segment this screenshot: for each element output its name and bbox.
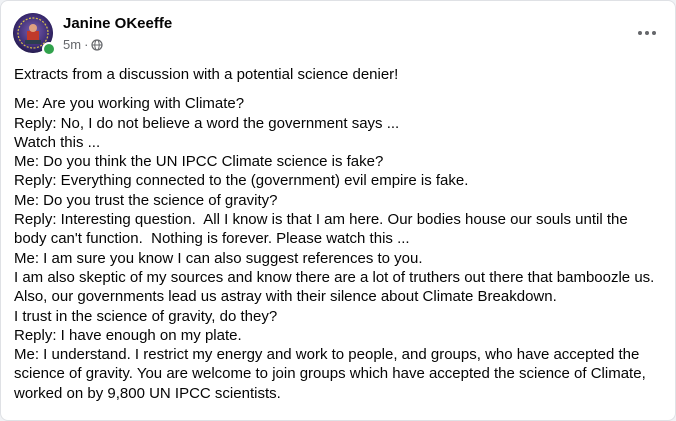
online-status-indicator: [42, 42, 56, 56]
post-body: Extracts from a discussion with a potent…: [14, 65, 664, 403]
post-line: Also, our governments lead us astray wit…: [14, 288, 557, 306]
post-line: I am also skeptic of my sources and know…: [14, 268, 655, 286]
post-line: Reply: Interesting question. All I know …: [14, 211, 632, 248]
post-line: I trust in the science of gravity, do th…: [14, 307, 278, 325]
post-meta: 5m ·: [63, 37, 104, 52]
post-line: Me: Do you think the UN IPCC Climate sci…: [14, 153, 384, 171]
more-options-icon[interactable]: [633, 19, 661, 47]
post-line: Me: I am sure you know I can also sugges…: [14, 249, 423, 267]
post-header: Janine OKeeffe 5m ·: [13, 13, 663, 57]
post-line: Me: Do you trust the science of gravity?: [14, 191, 278, 209]
post-line: Me: Are you working with Climate?: [14, 95, 245, 113]
meta-separator: ·: [84, 37, 89, 52]
post-card: Janine OKeeffe 5m · Extracts from a disc…: [0, 0, 676, 421]
more-dot: [638, 31, 642, 35]
more-dot: [645, 31, 649, 35]
globe-icon[interactable]: [91, 38, 104, 51]
post-line: Me: I understand. I restrict my energy a…: [14, 346, 650, 402]
post-line: Reply: Everything connected to the (gove…: [14, 172, 469, 190]
post-line: Reply: No, I do not believe a word the g…: [14, 114, 400, 132]
post-line: Watch this ...: [14, 133, 101, 151]
author-name[interactable]: Janine OKeeffe: [63, 15, 172, 32]
post-time[interactable]: 5m: [63, 37, 81, 52]
more-dot: [652, 31, 656, 35]
post-intro: Extracts from a discussion with a potent…: [14, 66, 399, 83]
post-line: Reply: I have enough on my plate.: [14, 326, 242, 344]
